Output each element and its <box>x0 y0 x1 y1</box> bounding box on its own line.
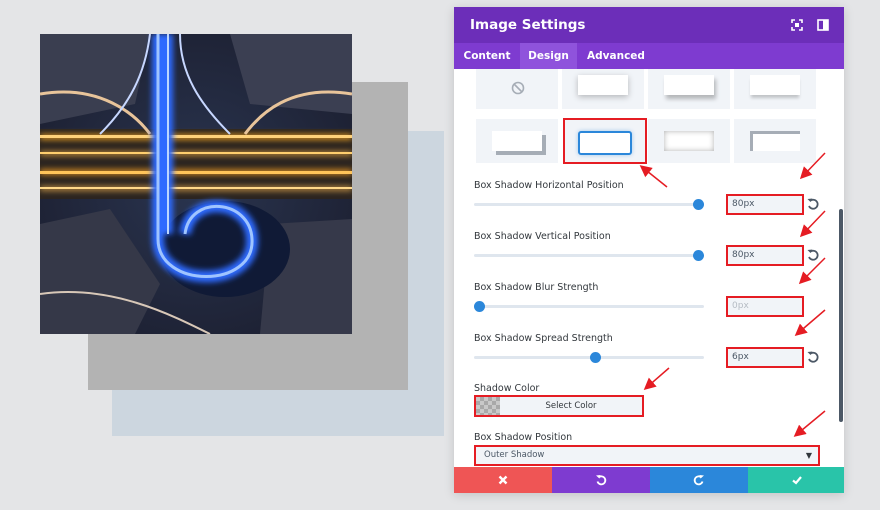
panel-footer <box>454 467 844 493</box>
horizontal-slider-track[interactable] <box>474 203 704 206</box>
settings-content: Box Shadow Horizontal Position 80px Box … <box>454 69 844 467</box>
blur-slider-track[interactable] <box>474 305 704 308</box>
cancel-button[interactable] <box>454 467 552 493</box>
check-icon <box>792 476 802 485</box>
chevron-down-icon: ▼ <box>805 451 812 460</box>
spread-strength-label: Box Shadow Spread Strength <box>474 333 613 344</box>
blur-strength-label: Box Shadow Blur Strength <box>474 282 599 293</box>
select-color-button[interactable]: Select Color <box>474 395 644 417</box>
blur-slider-handle[interactable] <box>474 301 485 312</box>
shadow-position-value: Outer Shadow <box>484 450 545 460</box>
spread-slider-handle[interactable] <box>590 352 602 363</box>
preset-shadow-3[interactable] <box>734 69 816 109</box>
undo-button[interactable] <box>552 467 650 493</box>
sidebar-icon[interactable] <box>816 18 830 32</box>
preset-shadow-2[interactable] <box>648 69 730 109</box>
content-scrollbar[interactable] <box>839 209 843 422</box>
horizontal-position-input[interactable]: 80px <box>726 194 804 215</box>
preset-none[interactable] <box>476 69 558 109</box>
horizontal-position-label: Box Shadow Horizontal Position <box>474 180 624 191</box>
shadow-color-label: Shadow Color <box>474 383 540 394</box>
vertical-slider-track[interactable] <box>474 254 704 257</box>
tab-content[interactable]: Content <box>454 43 520 69</box>
vertical-position-label: Box Shadow Vertical Position <box>474 231 611 242</box>
color-swatch <box>476 397 500 415</box>
reset-icon[interactable] <box>806 350 820 364</box>
preset-shadow-5-selected[interactable] <box>563 118 647 164</box>
vertical-position-input[interactable]: 80px <box>726 245 804 266</box>
image-settings-panel: Image Settings Content Design Advanced B… <box>454 7 844 493</box>
panel-header: Image Settings <box>454 7 844 43</box>
horizontal-slider-handle[interactable] <box>693 199 704 210</box>
settings-tabs: Content Design Advanced <box>454 43 844 69</box>
vertical-slider-handle[interactable] <box>693 250 704 261</box>
spread-strength-input[interactable]: 6px <box>726 347 804 368</box>
tab-design[interactable]: Design <box>520 43 577 69</box>
redo-icon <box>693 475 704 486</box>
shadow-position-label: Box Shadow Position <box>474 432 573 443</box>
tab-advanced[interactable]: Advanced <box>577 43 655 69</box>
no-shadow-icon <box>511 81 525 95</box>
panel-title: Image Settings <box>470 17 586 33</box>
reset-icon[interactable] <box>806 248 820 262</box>
shadow-position-select[interactable]: Outer Shadow ▼ <box>474 445 820 466</box>
expand-icon[interactable] <box>790 18 804 32</box>
spread-slider-track[interactable] <box>474 356 704 359</box>
reset-icon[interactable] <box>806 197 820 211</box>
preset-shadow-1[interactable] <box>562 69 644 109</box>
redo-button[interactable] <box>650 467 748 493</box>
preset-shadow-4[interactable] <box>476 119 558 163</box>
select-color-label: Select Color <box>545 401 597 411</box>
preset-shadow-7[interactable] <box>734 119 816 163</box>
undo-icon <box>596 475 607 486</box>
preset-shadow-6[interactable] <box>648 119 730 163</box>
blur-strength-input[interactable]: 0px <box>726 296 804 317</box>
close-icon <box>498 475 508 485</box>
save-button[interactable] <box>748 467 844 493</box>
preview-image <box>40 34 352 334</box>
